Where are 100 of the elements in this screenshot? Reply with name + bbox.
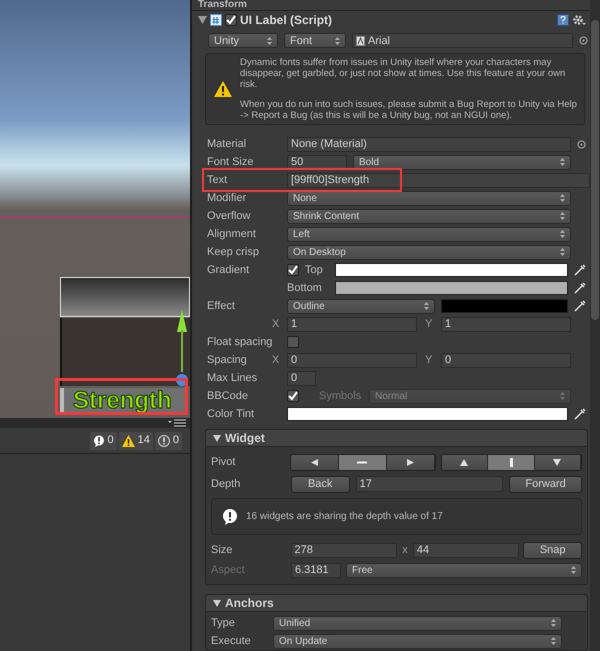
gradient-bottom-label: Bottom [287, 280, 323, 296]
anchor-dropdown[interactable]: On Update [273, 634, 562, 648]
updown-arrows-icon [551, 637, 556, 645]
updown-arrows-icon [560, 194, 565, 202]
bottom-color-swatch[interactable] [335, 281, 568, 295]
spacing-y-field[interactable]: 0 [441, 352, 571, 368]
info-speech-icon [92, 434, 104, 446]
height-field[interactable]: 44 [412, 542, 520, 558]
pivot-button[interactable] [291, 454, 339, 470]
property-dropdown[interactable]: Shrink Content [287, 208, 571, 224]
property-dropdown[interactable]: None [287, 190, 571, 206]
font-file-icon [356, 36, 365, 46]
checkmark-icon [288, 391, 298, 401]
font-size-field[interactable]: 50 [287, 154, 347, 170]
property-label: Float spacing [207, 334, 274, 350]
text-field[interactable]: [99ff00]Strength [287, 172, 590, 188]
pivot-button[interactable] [534, 454, 581, 470]
property-label: Color Tint [207, 406, 256, 422]
times-label: x [401, 542, 409, 558]
material-field[interactable]: None (Material) [287, 136, 571, 152]
font-style-dropdown[interactable]: Bold [353, 154, 571, 170]
effect-color-swatch[interactable] [441, 299, 568, 313]
eyedropper-icon [574, 300, 586, 312]
pivot-button[interactable] [386, 454, 435, 470]
section-title: Anchors [225, 595, 274, 612]
arrow-icon [458, 458, 470, 466]
updown-arrows-icon [560, 392, 565, 400]
property-dropdown[interactable]: On Desktop [287, 244, 571, 260]
updown-arrows-icon [571, 566, 576, 574]
font-type-dropdown[interactable]: Unity [208, 33, 278, 48]
property-label: Size [211, 542, 234, 558]
aspect-field[interactable]: 6.3181 [291, 562, 341, 578]
info-message: 16 widgets are sharing the depth value of 17 [246, 510, 443, 524]
checkmark-icon [288, 265, 298, 275]
back-button[interactable]: Back [290, 476, 350, 492]
collapse-triangle-icon [213, 600, 221, 606]
warning-message: Dynamic fonts suffer from issues in Unity itself where your characters may disappear, get garbled, or just not show at times. Use this feature at your own risk. [240, 56, 566, 90]
font-object-field[interactable]: Arial [352, 33, 573, 48]
effect-dropdown[interactable]: Outline [287, 298, 435, 314]
property-label: Type [211, 616, 236, 631]
property-dropdown[interactable]: Left [287, 226, 571, 242]
property-label: BBCode [207, 388, 249, 404]
float-spacing-checkbox[interactable] [287, 336, 299, 348]
offset-x-field[interactable]: 1 [287, 316, 417, 332]
info-speech-icon [222, 508, 238, 524]
pivot-button[interactable] [488, 454, 535, 470]
section-header[interactable]: Widget [206, 430, 587, 447]
aspect-mode-dropdown[interactable]: Free [346, 562, 582, 578]
property-label: Spacing [207, 352, 248, 368]
spacing-x-field[interactable]: 0 [287, 352, 417, 368]
property-label: Material [207, 136, 248, 152]
arrow-icon [404, 458, 416, 466]
pivot-button[interactable] [442, 454, 488, 470]
property-label: Max Lines [207, 370, 258, 386]
property-label: Execute [211, 634, 252, 649]
updown-arrows-icon [560, 230, 565, 238]
error-icon [158, 434, 170, 446]
scrollbar[interactable] [590, 0, 600, 651]
console-count-button[interactable]: 0 [90, 432, 117, 450]
property-label: Depth [211, 476, 242, 492]
component-title: UI Label (Script) [240, 12, 334, 29]
section-header[interactable]: Anchors [206, 595, 587, 612]
depth-field[interactable]: 17 [356, 476, 504, 492]
color-tint-swatch[interactable] [287, 407, 568, 421]
anchor-dropdown[interactable]: Unified [273, 616, 562, 630]
property-label: Aspect [211, 562, 246, 578]
top-color-swatch[interactable] [335, 263, 568, 277]
menu-icon [168, 419, 186, 427]
warning-icon [214, 80, 232, 97]
font-name: Arial [368, 34, 390, 49]
max-lines-field[interactable]: 0 [287, 370, 316, 386]
pivot-button[interactable] [338, 454, 387, 470]
console-count-button[interactable]: 0 [154, 432, 182, 450]
enabled-checkbox[interactable] [225, 14, 237, 26]
axis-label: Y [425, 316, 434, 332]
console-count-button[interactable]: 14 [118, 432, 153, 450]
updown-arrows-icon [551, 619, 556, 627]
eyedropper-icon [574, 264, 586, 276]
forward-button[interactable]: Forward [509, 476, 582, 492]
label-edge [60, 388, 64, 414]
axis-label: X [272, 352, 280, 368]
property-label: Overflow [207, 208, 252, 224]
axis-label: X [272, 316, 280, 332]
property-label: Modifier [207, 190, 248, 206]
collapse-triangle-icon [198, 16, 207, 24]
pivot-handle-icon [176, 374, 188, 386]
snap-button[interactable]: Snap [523, 542, 582, 558]
property-label: Alignment [207, 226, 257, 242]
arrow-icon [308, 458, 321, 466]
help-icon [557, 14, 569, 26]
object-picker-icon [577, 140, 586, 148]
updown-arrows-icon [560, 248, 565, 256]
script-icon [210, 14, 222, 26]
updown-arrows-icon [560, 158, 565, 166]
gradient-checkbox[interactable] [287, 264, 299, 276]
updown-arrows-icon [560, 212, 565, 220]
offset-y-field[interactable]: 1 [441, 316, 571, 332]
width-field[interactable]: 278 [290, 542, 397, 558]
object-picker-icon [579, 36, 588, 46]
font-kind-dropdown[interactable]: Font [284, 33, 346, 48]
